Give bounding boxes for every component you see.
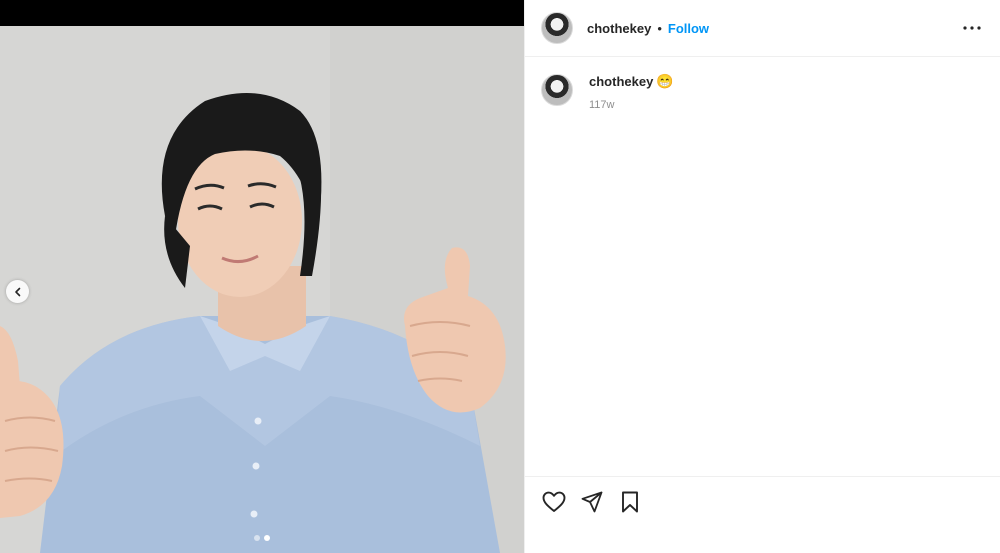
portrait-illustration [0,26,524,553]
carousel-indicators [0,535,524,541]
caption: chothekey 😁 117w [525,57,1000,111]
post-media [0,0,524,553]
caption-body: chothekey 😁 117w [589,73,674,111]
caption-avatar[interactable] [541,74,573,106]
carousel-prev-button[interactable] [6,280,29,303]
avatar[interactable] [541,12,573,44]
post-header: chothekey • Follow [525,0,1000,57]
post-photo [0,26,524,553]
carousel-dot-active [264,535,270,541]
heart-icon [542,491,566,512]
more-options-icon [963,26,981,30]
post-panel: chothekey • Follow chothekey 😁 117w [524,0,1000,553]
chevron-left-icon [14,287,20,296]
follow-button[interactable]: Follow [668,21,709,36]
more-options-button[interactable] [960,16,984,40]
carousel-dot [254,535,260,541]
caption-username[interactable]: chothekey [589,74,653,89]
header-username[interactable]: chothekey [587,21,651,36]
save-button[interactable] [617,489,643,515]
paper-plane-icon [581,491,603,512]
bookmark-icon [622,491,638,512]
like-button[interactable] [541,489,567,515]
caption-emoji: 😁 [656,73,674,89]
share-button[interactable] [579,489,605,515]
action-bar [525,476,1000,526]
post-timestamp[interactable]: 117w [589,99,674,111]
header-separator: • [657,20,662,36]
